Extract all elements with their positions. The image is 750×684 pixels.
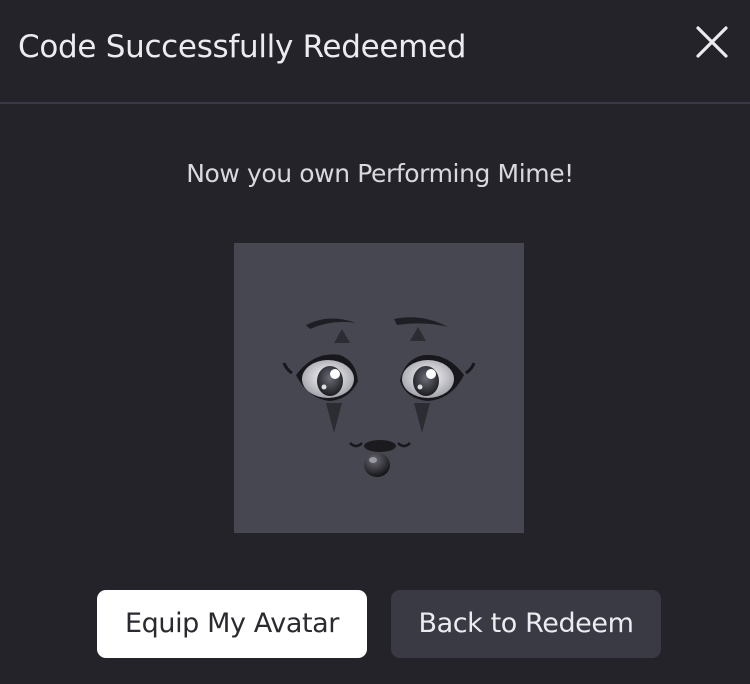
dialog-title: Code Successfully Redeemed [18, 29, 467, 65]
item-thumbnail [234, 243, 524, 533]
close-button[interactable] [694, 24, 730, 60]
dialog-header: Code Successfully Redeemed [0, 0, 750, 104]
back-to-redeem-button[interactable]: Back to Redeem [391, 590, 661, 658]
close-icon [696, 26, 728, 58]
success-message: Now you own Performing Mime! [186, 159, 574, 188]
performing-mime-face-image [282, 317, 476, 477]
redeem-success-dialog: Code Successfully Redeemed Now you own P… [0, 0, 750, 684]
equip-avatar-button[interactable]: Equip My Avatar [97, 590, 367, 658]
